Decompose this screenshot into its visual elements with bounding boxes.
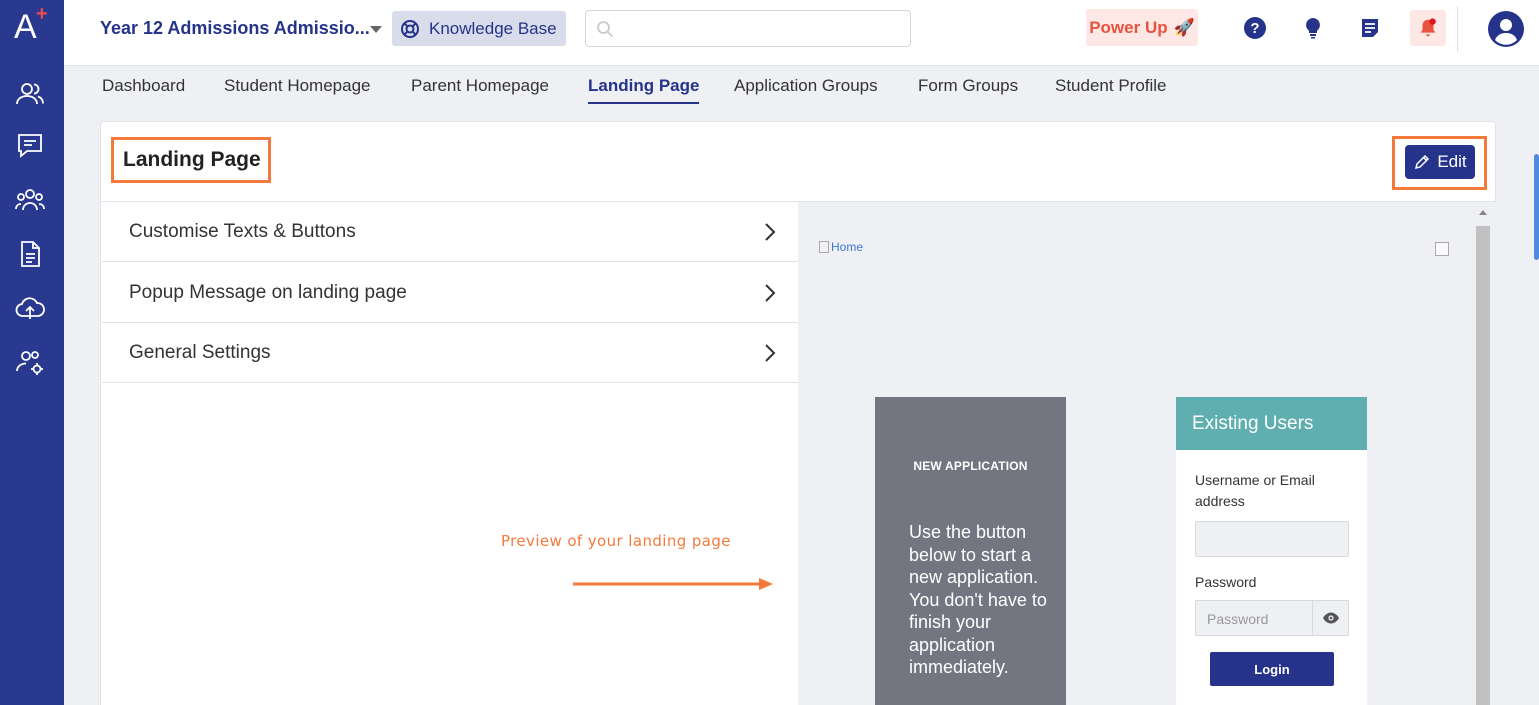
eye-icon — [1322, 612, 1339, 624]
power-up-button[interactable]: Power Up 🚀 — [1086, 9, 1198, 46]
pencil-icon — [1415, 154, 1430, 170]
chevron-right-icon — [765, 284, 776, 302]
home-alt-text: Home — [831, 240, 864, 254]
edit-highlight: Edit — [1392, 136, 1487, 190]
password-label: Password — [1195, 574, 1257, 590]
rocket-icon: 🚀 — [1173, 17, 1195, 37]
username-input[interactable] — [1195, 521, 1349, 557]
section-general-settings[interactable]: General Settings — [102, 323, 798, 383]
section-label: Popup Message on landing page — [129, 281, 407, 303]
username-label: Username or Email address — [1195, 472, 1315, 509]
section-customise-texts[interactable]: Customise Texts & Buttons — [102, 202, 798, 262]
tab-student-profile[interactable]: Student Profile — [1055, 76, 1167, 102]
group-icon[interactable] — [12, 182, 48, 218]
edit-button[interactable]: Edit — [1405, 145, 1475, 179]
cloud-upload-icon[interactable] — [12, 290, 48, 326]
preview-annotation: Preview of your landing page — [501, 532, 731, 550]
tab-form-groups[interactable]: Form Groups — [918, 76, 1018, 102]
search-icon — [597, 21, 614, 38]
existing-users-heading: Existing Users — [1176, 397, 1367, 450]
section-label: Customise Texts & Buttons — [129, 220, 356, 242]
password-input[interactable]: Password — [1195, 600, 1349, 636]
tab-bar: Dashboard Student Homepage Parent Homepa… — [64, 66, 1539, 104]
users-icon[interactable] — [12, 76, 48, 112]
section-label: General Settings — [129, 341, 271, 363]
show-password-button[interactable] — [1312, 601, 1348, 635]
lightbulb-icon[interactable] — [1299, 14, 1327, 42]
svg-text:?: ? — [1250, 20, 1259, 37]
app-logo[interactable]: A + — [12, 4, 52, 48]
caret-down-icon[interactable] — [370, 26, 382, 33]
tab-student-homepage[interactable]: Student Homepage — [224, 76, 371, 102]
scroll-thumb[interactable] — [1476, 226, 1490, 705]
page-scrollbar[interactable] — [1534, 154, 1539, 260]
sidebar: A + — [0, 0, 64, 705]
edit-label: Edit — [1437, 152, 1467, 171]
chevron-right-icon — [765, 344, 776, 362]
page-title: Landing Page — [123, 148, 261, 171]
document-icon[interactable] — [12, 236, 48, 272]
landing-page-panel: Landing Page Edit Customise Texts & Butt… — [100, 121, 1496, 705]
landing-page-preview: Home NEW APPLICATION Use the button belo… — [798, 202, 1496, 705]
login-button[interactable]: Login — [1210, 652, 1334, 686]
broken-image-icon — [819, 241, 829, 253]
page-title-highlight: Landing Page — [111, 137, 271, 183]
school-selector[interactable]: Year 12 Admissions Admissio... — [100, 18, 370, 39]
new-application-text: Use the button below to start a new appl… — [909, 522, 1047, 677]
search-input[interactable] — [585, 10, 911, 47]
scroll-up-icon[interactable] — [1479, 210, 1487, 215]
tab-application-groups[interactable]: Application Groups — [734, 76, 878, 102]
broken-image-icon — [1435, 242, 1449, 256]
arrow-right-icon — [573, 578, 773, 590]
header-divider — [1457, 6, 1458, 52]
power-up-label: Power Up — [1089, 17, 1168, 37]
notes-icon[interactable] — [1356, 14, 1384, 42]
existing-users-card: Existing Users Username or Email address… — [1176, 397, 1367, 705]
avatar-icon[interactable] — [1488, 11, 1524, 47]
knowledge-base-button[interactable]: Knowledge Base — [392, 11, 566, 46]
home-link[interactable]: Home — [819, 240, 863, 254]
tab-dashboard[interactable]: Dashboard — [102, 76, 185, 102]
lifebuoy-icon — [401, 19, 419, 38]
section-popup-message[interactable]: Popup Message on landing page — [102, 263, 798, 323]
chevron-right-icon — [765, 223, 776, 241]
notifications-button[interactable] — [1410, 10, 1446, 46]
preview-scrollbar[interactable] — [1475, 206, 1491, 705]
tab-landing-page[interactable]: Landing Page — [588, 76, 700, 104]
new-application-card: NEW APPLICATION Use the button below to … — [875, 397, 1066, 705]
help-icon[interactable]: ? — [1241, 14, 1269, 42]
password-placeholder: Password — [1207, 611, 1269, 627]
users-settings-icon[interactable] — [12, 344, 48, 380]
top-bar: Year 12 Admissions Admissio... Knowledge… — [64, 0, 1539, 66]
tab-parent-homepage[interactable]: Parent Homepage — [411, 76, 549, 102]
new-application-heading: NEW APPLICATION — [913, 459, 1028, 473]
knowledge-base-label: Knowledge Base — [429, 18, 557, 38]
chat-icon[interactable] — [12, 128, 48, 164]
bell-icon — [1420, 18, 1436, 37]
